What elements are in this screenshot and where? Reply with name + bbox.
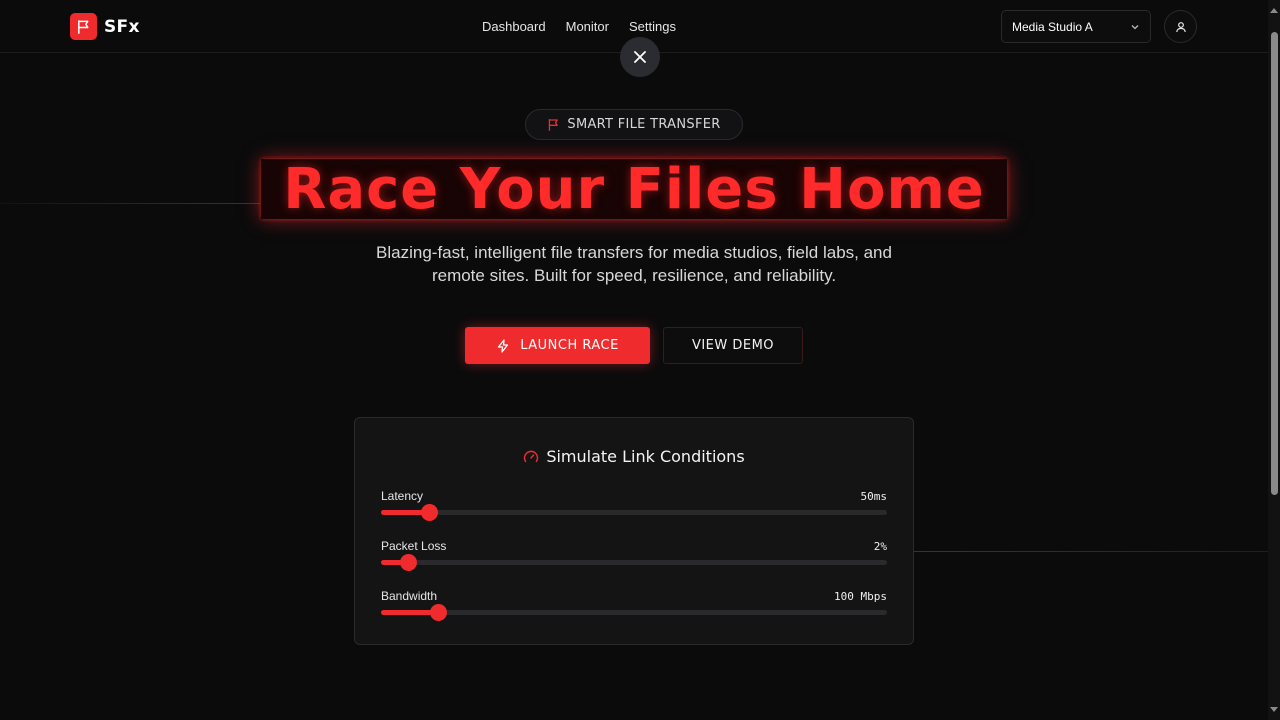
launch-race-button[interactable]: LAUNCH RACE bbox=[465, 327, 650, 364]
latency-slider[interactable] bbox=[381, 504, 887, 521]
workspace-select[interactable]: Media Studio A bbox=[1001, 10, 1151, 43]
hero-subtitle-line2: remote sites. Built for speed, resilienc… bbox=[431, 266, 837, 285]
brand-name: SFx bbox=[104, 16, 140, 37]
lightning-icon bbox=[498, 338, 509, 353]
nav-item-settings[interactable]: Settings bbox=[629, 19, 676, 34]
bandwidth-slider[interactable] bbox=[381, 604, 887, 621]
latency-slider-row: Latency 50ms bbox=[381, 489, 887, 529]
bandwidth-value: 100 Mbps bbox=[834, 590, 887, 603]
gauge-icon bbox=[524, 450, 539, 462]
nav-item-dashboard[interactable]: Dashboard bbox=[482, 19, 546, 34]
main-nav: Dashboard Monitor Settings bbox=[482, 19, 676, 34]
user-menu-button[interactable] bbox=[1164, 10, 1197, 43]
latency-slider-thumb[interactable] bbox=[420, 504, 438, 521]
hero-badge: SMART FILE TRANSFER bbox=[525, 109, 743, 140]
bandwidth-label: Bandwidth bbox=[381, 589, 438, 603]
hero-badge-label: SMART FILE TRANSFER bbox=[567, 117, 721, 132]
packet-loss-label: Packet Loss bbox=[381, 539, 447, 553]
latency-label: Latency bbox=[381, 489, 424, 503]
page-scrollbar[interactable] bbox=[1268, 0, 1280, 720]
decorative-line-left bbox=[0, 203, 260, 204]
bandwidth-slider-row: Bandwidth 100 Mbps bbox=[381, 589, 887, 629]
scroll-up-arrow-icon[interactable] bbox=[1270, 8, 1278, 13]
workspace-select-value: Media Studio A bbox=[1012, 19, 1093, 34]
view-demo-button[interactable]: VIEW DEMO bbox=[663, 327, 803, 364]
bandwidth-slider-thumb[interactable] bbox=[430, 604, 448, 621]
close-button[interactable] bbox=[620, 37, 660, 77]
flag-icon bbox=[549, 118, 559, 131]
hero-subtitle: Blazing-fast, intelligent file transfers… bbox=[370, 241, 898, 287]
chevron-down-icon bbox=[1131, 24, 1139, 29]
scrollbar-thumb[interactable] bbox=[1271, 32, 1278, 495]
simulate-link-panel: Simulate Link Conditions Latency 50ms Pa… bbox=[354, 417, 914, 645]
brand-logo[interactable]: SFx bbox=[70, 13, 140, 40]
scroll-down-arrow-icon[interactable] bbox=[1270, 707, 1278, 712]
view-demo-label: VIEW DEMO bbox=[691, 338, 775, 353]
packet-loss-value: 2% bbox=[873, 540, 887, 553]
packet-loss-slider[interactable] bbox=[381, 554, 887, 571]
close-icon bbox=[634, 51, 646, 63]
latency-value: 50ms bbox=[860, 490, 888, 503]
user-icon bbox=[1175, 21, 1186, 32]
panel-title-text: Simulate Link Conditions bbox=[546, 447, 745, 466]
launch-race-label: LAUNCH RACE bbox=[520, 338, 619, 353]
decorative-line-right bbox=[914, 551, 1268, 552]
panel-title: Simulate Link Conditions bbox=[355, 447, 913, 466]
hero-title: Race Your Files Home bbox=[261, 159, 1007, 219]
packet-loss-slider-thumb[interactable] bbox=[400, 554, 418, 571]
hero-subtitle-line1: Blazing-fast, intelligent file transfers… bbox=[376, 243, 892, 262]
flag-icon bbox=[70, 13, 97, 40]
nav-item-monitor[interactable]: Monitor bbox=[566, 19, 609, 34]
packet-loss-slider-row: Packet Loss 2% bbox=[381, 539, 887, 579]
